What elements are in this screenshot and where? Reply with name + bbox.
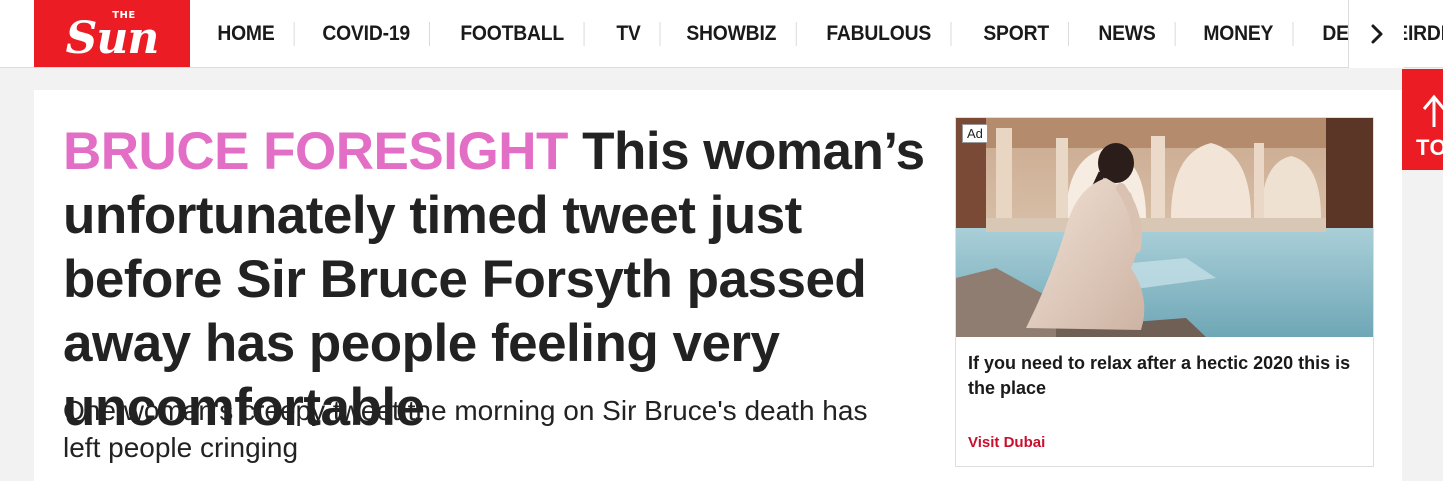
back-to-top-label: TOP: [1416, 135, 1443, 160]
the-sun-logo[interactable]: THE Sun: [34, 0, 190, 67]
nav-scroll-right-button[interactable]: [1348, 0, 1404, 68]
top-navigation-bar: THE Sun HOME COVID-19 FOOTBALL TV SHOWBI…: [0, 0, 1443, 68]
nav-item-football[interactable]: FOOTBALL: [441, 22, 585, 46]
ad-title[interactable]: If you need to relax after a hectic 2020…: [968, 351, 1363, 401]
back-to-top-button[interactable]: TOP: [1402, 69, 1443, 170]
nav-item-tv[interactable]: TV: [597, 22, 662, 46]
ad-badge: Ad: [962, 124, 988, 143]
nav-item-news[interactable]: NEWS: [1079, 22, 1176, 46]
nav-item-sport[interactable]: SPORT: [964, 22, 1070, 46]
advertisement-card[interactable]: Ad If you need to relax after a hectic 2…: [955, 117, 1374, 467]
ad-photo-woman-by-pool: [956, 118, 1373, 337]
ad-sponsor-link[interactable]: Visit Dubai: [968, 434, 1045, 451]
article-standfirst: One woman's creepy tweet the morning on …: [63, 395, 868, 463]
arrow-up-icon: [1422, 94, 1443, 127]
ad-image[interactable]: Ad: [956, 118, 1373, 337]
nav-item-showbiz[interactable]: SHOWBIZ: [667, 22, 797, 46]
nav-item-home[interactable]: HOME: [198, 22, 295, 46]
logo-main-text: Sun: [65, 12, 160, 64]
nav-item-fabulous[interactable]: FABULOUS: [807, 22, 952, 46]
nav-item-covid-19[interactable]: COVID-19: [303, 22, 431, 46]
logo-small-text: THE: [112, 9, 136, 21]
chevron-right-icon: [1371, 24, 1382, 44]
headline-kicker: BRUCE FORESIGHT: [63, 122, 568, 181]
nav-item-money[interactable]: MONEY: [1184, 22, 1294, 46]
main-nav: HOME COVID-19 FOOTBALL TV SHOWBIZ FABULO…: [198, 0, 1443, 68]
